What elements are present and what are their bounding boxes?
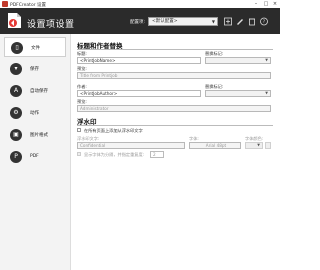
section-divider xyxy=(77,125,273,126)
sidebar-item-save[interactable]: ▾ 保存 xyxy=(4,59,66,79)
sidebar-item-label: PDF xyxy=(30,154,39,159)
watermark-opacity-stepper[interactable]: 2 xyxy=(150,151,164,158)
save-icon: ▾ xyxy=(10,63,22,75)
watermark-font-button[interactable]: Arial 48pt xyxy=(189,142,241,149)
profile-dropdown[interactable]: <默认配置> ▼ xyxy=(148,17,218,26)
enable-watermark-label: 在所有页面上添加从浮水印文字 xyxy=(84,128,143,133)
watermark-opacity-checkbox[interactable] xyxy=(77,152,81,156)
sidebar-item-image-formats[interactable]: ▣ 图片格式 xyxy=(4,125,66,145)
sidebar-item-label: 动作 xyxy=(30,111,39,116)
section-divider xyxy=(77,49,273,50)
profile-value: <默认配置> xyxy=(152,19,178,24)
chevron-down-icon: ▼ xyxy=(257,143,260,147)
window-title: PDFCreator 设置 xyxy=(10,2,46,8)
chevron-down-icon: ▼ xyxy=(265,58,268,62)
watermark-opacity-label: 显示字体为分隔，并指定重复度: xyxy=(84,152,145,157)
sidebar-item-actions[interactable]: ⚙ 动作 xyxy=(4,103,66,123)
add-profile-icon[interactable] xyxy=(223,17,233,26)
autosave-icon: A xyxy=(10,85,22,97)
author-token-dropdown[interactable]: ▼ xyxy=(205,90,271,97)
sidebar-item-pdf[interactable]: P PDF xyxy=(4,147,66,167)
close-icon[interactable]: × xyxy=(271,1,279,7)
pdfcreator-logo-icon xyxy=(8,13,21,28)
profile-label: 配置项: xyxy=(130,20,146,25)
watermark-color-dropdown[interactable]: ▼ xyxy=(245,142,263,149)
author-field[interactable]: <PrintJobAuthor> xyxy=(77,90,201,97)
delete-profile-icon[interactable] xyxy=(247,17,257,26)
help-icon[interactable]: ? xyxy=(259,17,269,26)
page-title: 设置项设置 xyxy=(27,20,75,30)
sidebar-item-autosave[interactable]: A 自动保存 xyxy=(4,81,66,101)
rename-profile-icon[interactable] xyxy=(235,17,245,26)
document-icon: ▯ xyxy=(11,42,23,54)
header-bar: 设置项设置 配置项: <默认配置> ▼ ? xyxy=(0,8,280,34)
chevron-down-icon: ▼ xyxy=(211,19,215,24)
main-content: 标题和作者替换 标题: 替换标记: <PrintJobName> ▼ 预览: T… xyxy=(72,34,278,270)
app-icon xyxy=(2,1,8,7)
sidebar-item-label: 保存 xyxy=(30,67,39,72)
actions-icon: ⚙ xyxy=(10,107,22,119)
title-field[interactable]: <PrintJobName> xyxy=(77,57,201,64)
sidebar-item-label: 图片格式 xyxy=(30,133,48,138)
watermark-color-picker-button[interactable] xyxy=(265,142,271,149)
sidebar-item-document[interactable]: ▯ 文件 xyxy=(4,37,66,57)
enable-watermark-checkbox[interactable] xyxy=(77,128,81,132)
sidebar-item-label: 自动保存 xyxy=(30,89,48,94)
maximize-icon[interactable]: □ xyxy=(262,1,270,7)
image-formats-icon: ▣ xyxy=(10,129,22,141)
sidebar: ▯ 文件 ▾ 保存 A 自动保存 ⚙ 动作 ▣ 图片格式 P PDF xyxy=(0,34,71,270)
pdf-icon: P xyxy=(10,151,22,163)
watermark-text-field[interactable]: Confidential xyxy=(77,142,185,149)
title-preview: Title from Printjob xyxy=(77,72,271,79)
title-token-dropdown[interactable]: ▼ xyxy=(205,57,271,64)
author-preview: Administrator xyxy=(77,105,271,112)
chevron-down-icon: ▼ xyxy=(265,91,268,95)
sidebar-item-label: 文件 xyxy=(31,46,40,51)
minimize-icon[interactable]: – xyxy=(252,1,260,7)
